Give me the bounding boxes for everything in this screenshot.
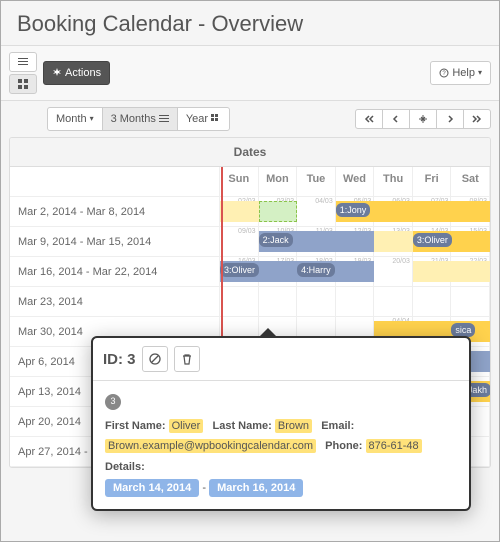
day-cell[interactable]: 04/03 [297,197,336,226]
day-cell[interactable] [374,287,413,316]
dow-cell: Thu [374,167,413,196]
page-title: Booking Calendar - Overview [17,11,483,37]
dow-cell: Sat [451,167,490,196]
day-cell[interactable] [451,287,490,316]
dow-cell: Sun [220,167,259,196]
day-cell[interactable] [336,287,375,316]
day-cell[interactable] [297,287,336,316]
email-label: Email: [321,420,354,432]
date-sep: - [202,482,206,494]
day-cell[interactable]: 20/03 [374,257,413,286]
booking-tag[interactable]: 3:Oliver [413,233,452,247]
cancel-booking-button[interactable] [142,346,168,372]
dow-cell: Tue [297,167,336,196]
actions-label: Actions [65,66,101,80]
booking-tag[interactable]: 1:Jony [336,203,371,217]
dow-cell: Mon [259,167,298,196]
last-name-value: Brown [275,419,312,433]
first-name-label: First Name: [105,420,166,432]
dow-cell: Wed [336,167,375,196]
view-list-button[interactable] [9,52,37,72]
main-toolbar: Actions ?Help▾ [1,45,499,101]
booking-tag[interactable]: sica [451,323,475,337]
booking-band[interactable] [374,231,413,252]
delete-booking-button[interactable] [174,346,200,372]
day-cell[interactable]: 09/03 [220,227,259,256]
phone-value: 876-61-48 [366,439,422,453]
nav-group [355,109,491,129]
day-cell[interactable] [413,287,452,316]
range-group: Month ▾ 3 Months Year [47,107,230,131]
booking-band[interactable] [451,261,490,282]
day-cell[interactable] [220,287,259,316]
booking-tag[interactable]: 3:Oliver [220,263,259,277]
nav-next[interactable] [436,109,464,129]
range-month[interactable]: Month ▾ [47,107,103,131]
nav-last[interactable] [463,109,491,129]
day-cell[interactable] [259,287,298,316]
booking-tag[interactable]: 2:Jack [259,233,293,247]
details-label: Details: [105,461,145,473]
range-toolbar: Month ▾ 3 Months Year [1,101,499,137]
nav-first[interactable] [355,109,383,129]
booking-band[interactable] [259,201,298,222]
email-value: Brown.example@wpbookingcalendar.com [105,439,316,453]
actions-button[interactable]: Actions [43,61,110,85]
week-label: Mar 16, 2014 - Mar 22, 2014 [10,257,220,286]
range-year[interactable]: Year [177,107,230,131]
booking-popup: ID: 3 3 First Name: Oliver Last Name: Br… [91,336,471,511]
help-button[interactable]: ?Help▾ [430,61,491,85]
nav-prev[interactable] [382,109,410,129]
phone-label: Phone: [325,440,362,452]
date-to: March 16, 2014 [209,479,303,497]
range-3months[interactable]: 3 Months [102,107,178,131]
view-grid-button[interactable] [9,74,37,94]
booking-band[interactable] [413,261,452,282]
dates-header: Dates [10,138,490,167]
help-label: Help [452,66,475,80]
first-name-value: Oliver [169,419,204,433]
week-label: Mar 2, 2014 - Mar 8, 2014 [10,197,220,226]
popup-badge: 3 [105,394,121,410]
week-label: Mar 9, 2014 - Mar 15, 2014 [10,227,220,256]
date-from: March 14, 2014 [105,479,199,497]
nav-today[interactable] [409,109,437,129]
booking-band[interactable] [220,201,259,222]
dow-cell: Fri [413,167,452,196]
booking-tag[interactable]: 4:Harry [297,263,335,277]
week-label: Mar 23, 2014 [10,287,220,316]
last-name-label: Last Name: [213,420,272,432]
popup-id: ID: 3 [103,351,136,368]
